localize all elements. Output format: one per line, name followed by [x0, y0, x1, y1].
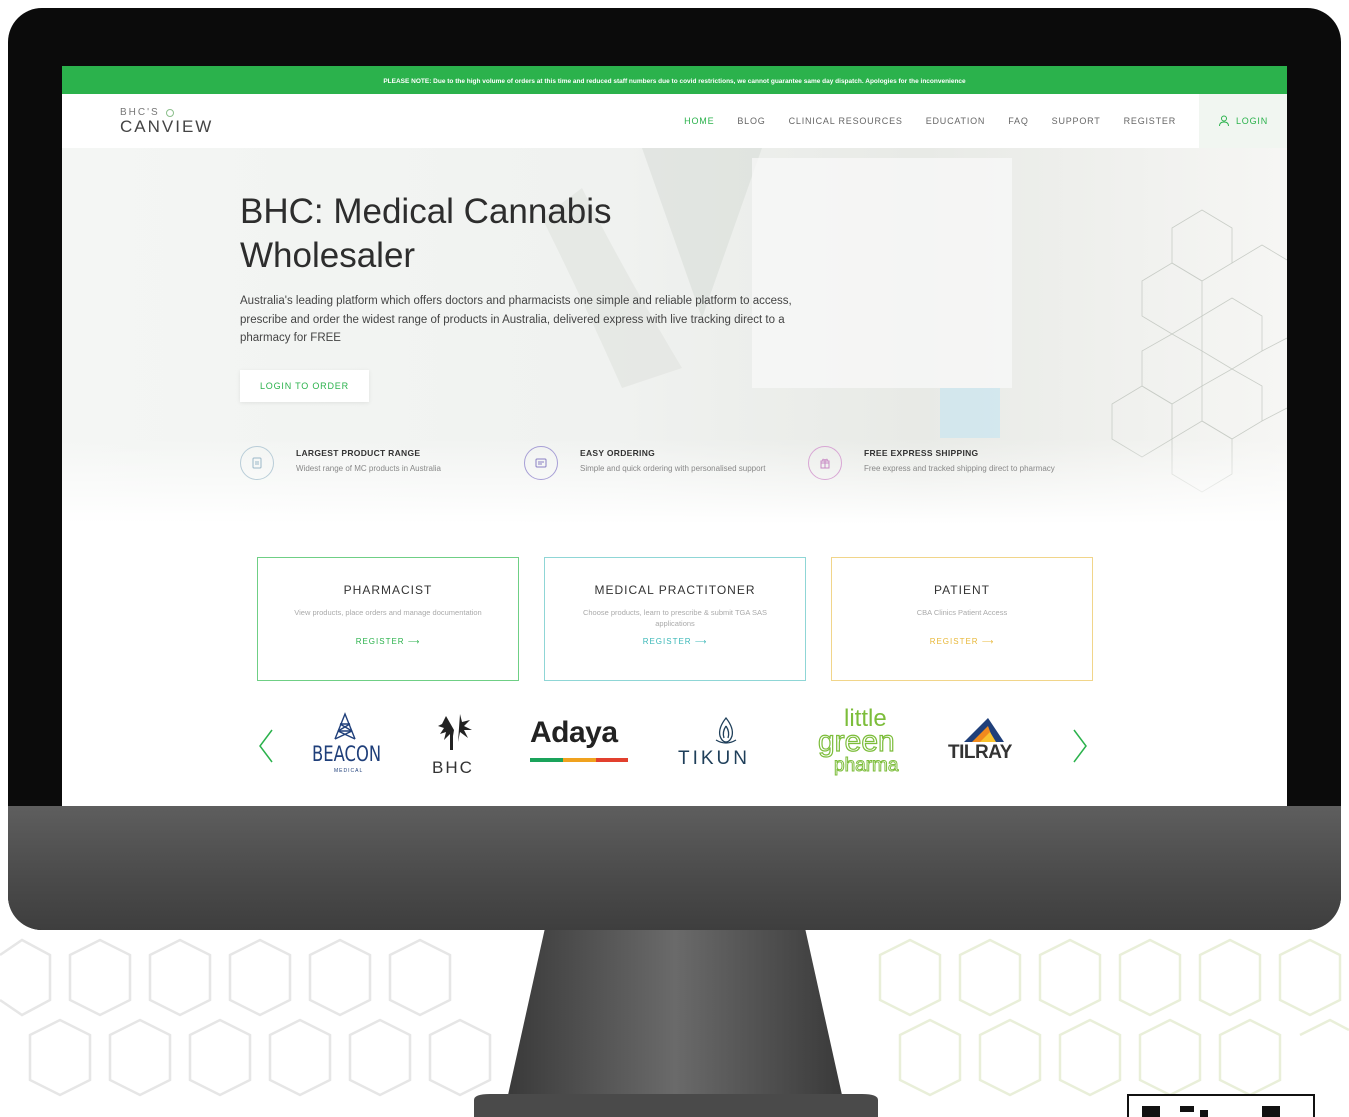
card-text: Choose products, learn to prescribe & su… — [582, 608, 768, 628]
adaya-text: Adaya — [530, 716, 618, 749]
nav-item-education[interactable]: EDUCATION — [926, 116, 986, 126]
user-icon — [1218, 115, 1229, 127]
card-text: View products, place orders and manage d… — [294, 608, 482, 617]
feature-text: Free express and tracked shipping direct… — [864, 464, 1055, 473]
adaya-logo[interactable]: Adaya — [530, 716, 630, 766]
tikun-flame-icon — [715, 716, 737, 744]
top-navigation: BHC'S CANVIEW HOME BLOG CLINICAL RESOURC… — [62, 94, 1287, 148]
brand-carousel: BEACON MEDICAL BHC Adaya TIKUN little gr… — [248, 706, 1108, 786]
nav-item-register[interactable]: REGISTER — [1124, 116, 1176, 126]
little-green-pharma-logo[interactable]: little green pharma — [816, 707, 916, 784]
nav-menu: HOME BLOG CLINICAL RESOURCES EDUCATION F… — [684, 94, 1287, 148]
feature-text: Simple and quick ordering with personali… — [580, 464, 766, 473]
feature-title: FREE EXPRESS SHIPPING — [864, 448, 979, 458]
patient-register-link[interactable]: REGISTER ⟶ — [832, 637, 1092, 646]
notice-text: PLEASE NOTE: Due to the high volume of o… — [383, 77, 966, 85]
role-cards: PHARMACIST View products, place orders a… — [257, 557, 1093, 681]
beacon-text: BEACON — [312, 742, 382, 766]
lgp-pharma-text: pharma — [833, 755, 899, 776]
feature-title: LARGEST PRODUCT RANGE — [296, 448, 421, 458]
nav-item-clinical-resources[interactable]: CLINICAL RESOURCES — [789, 116, 903, 126]
carousel-prev-arrow-icon[interactable] — [256, 726, 278, 766]
feature-item: EASY ORDERING Simple and quick ordering … — [524, 446, 808, 480]
notice-banner: PLEASE NOTE: Due to the high volume of o… — [62, 66, 1287, 94]
palm-tree-icon — [438, 714, 472, 750]
nav-item-support[interactable]: SUPPORT — [1052, 116, 1101, 126]
hero-content: BHC: Medical Cannabis Wholesaler Austral… — [240, 190, 820, 402]
feature-item: FREE EXPRESS SHIPPING Free express and t… — [808, 446, 1092, 480]
medical-practitioner-card[interactable]: MEDICAL PRACTITONER Choose products, lea… — [544, 557, 806, 681]
login-button[interactable]: LOGIN — [1199, 94, 1287, 148]
practitioner-register-link[interactable]: REGISTER ⟶ — [545, 637, 805, 646]
hero-title-line2: Wholesaler — [240, 236, 416, 275]
hero-description: Australia's leading platform which offer… — [240, 295, 792, 344]
tilray-mountain-icon — [964, 718, 1004, 742]
beacon-sub-text: MEDICAL — [334, 768, 364, 774]
logo-top-text: BHC'S — [120, 106, 213, 118]
hero-title-line1: BHC: Medical Cannabis — [240, 192, 612, 231]
nav-item-home[interactable]: HOME — [684, 116, 714, 126]
logo-top-label: BHC'S — [120, 106, 160, 118]
nav-item-blog[interactable]: BLOG — [737, 116, 765, 126]
bhc-text: BHC — [432, 758, 474, 777]
adaya-color-bar — [530, 758, 628, 762]
feature-text: Widest range of MC products in Australia — [296, 464, 441, 473]
lgp-green-text: green — [817, 725, 895, 758]
beacon-medical-logo[interactable]: BEACON MEDICAL — [312, 712, 392, 782]
hero-section: BHC: Medical Cannabis Wholesaler Austral… — [62, 148, 1287, 524]
register-link-label: REGISTER — [929, 637, 979, 646]
register-link-label: REGISTER — [642, 637, 692, 646]
register-link-label: REGISTER — [355, 637, 405, 646]
card-title: PATIENT — [934, 583, 990, 597]
tikun-text: TIKUN — [678, 748, 750, 769]
monitor-chin — [8, 806, 1341, 930]
arrow-right-icon: ⟶ — [407, 637, 421, 646]
pharmacist-register-link[interactable]: REGISTER ⟶ — [258, 637, 518, 646]
features-row: LARGEST PRODUCT RANGE Widest range of MC… — [240, 446, 1092, 480]
tikun-logo[interactable]: TIKUN — [678, 716, 778, 776]
login-label: LOGIN — [1235, 116, 1268, 126]
card-text: CBA Clinics Patient Access — [916, 608, 1008, 617]
tilray-text: TILRAY — [948, 742, 1012, 763]
shipping-gift-icon — [808, 446, 842, 480]
product-box-icon — [240, 446, 274, 480]
card-title: MEDICAL PRACTITONER — [594, 583, 756, 597]
leaf-icon — [165, 108, 174, 117]
patient-card[interactable]: PATIENT CBA Clinics Patient Access REGIS… — [831, 557, 1093, 681]
arrow-right-icon: ⟶ — [981, 637, 995, 646]
website-screen: PLEASE NOTE: Due to the high volume of o… — [62, 66, 1287, 806]
carousel-next-arrow-icon[interactable] — [1068, 726, 1090, 766]
order-window-icon — [524, 446, 558, 480]
feature-title: EASY ORDERING — [580, 448, 656, 458]
beacon-tower-icon — [334, 712, 356, 740]
logo-main-text: CANVIEW — [120, 116, 214, 136]
pharmacist-card[interactable]: PHARMACIST View products, place orders a… — [257, 557, 519, 681]
nav-item-faq[interactable]: FAQ — [1008, 116, 1028, 126]
card-title: PHARMACIST — [343, 583, 433, 597]
feature-item: LARGEST PRODUCT RANGE Widest range of MC… — [240, 446, 524, 480]
bhc-logo[interactable]: BHC — [428, 712, 488, 782]
canview-logo[interactable]: BHC'S CANVIEW — [120, 106, 214, 136]
hero-title: BHC: Medical Cannabis Wholesaler — [240, 190, 820, 278]
login-to-order-button[interactable]: LOGIN TO ORDER — [240, 369, 369, 402]
tilray-logo[interactable]: TILRAY — [948, 716, 1038, 776]
arrow-right-icon: ⟶ — [694, 637, 708, 646]
